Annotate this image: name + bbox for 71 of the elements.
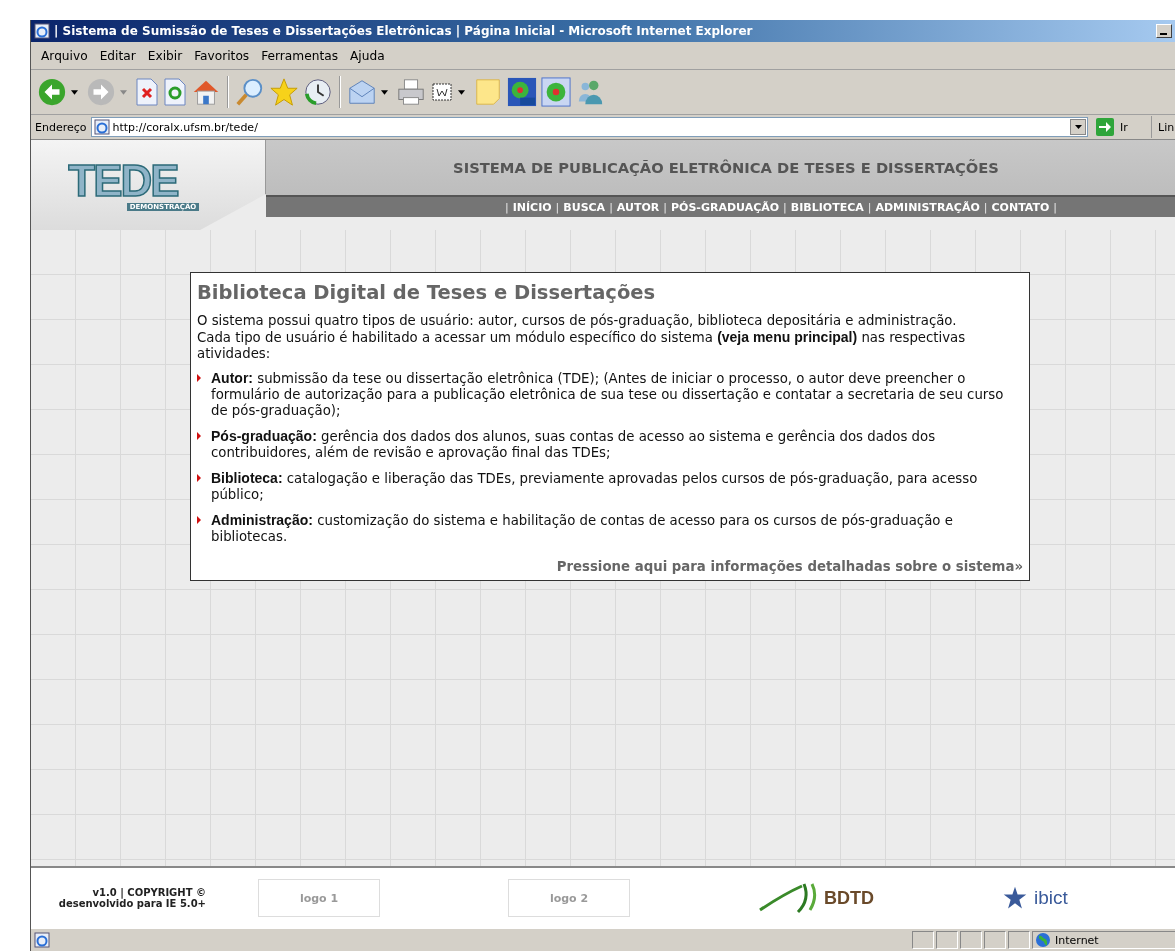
partner-logo-text: ibict (1034, 887, 1068, 909)
page-icon (93, 119, 110, 135)
menu-item[interactable]: Ajuda (344, 48, 391, 63)
history-clock-icon[interactable] (303, 77, 333, 107)
nav-separator: | (663, 200, 667, 214)
refresh-icon[interactable] (163, 78, 187, 106)
zone-label: Internet (1055, 933, 1099, 947)
star-icon[interactable] (269, 77, 299, 107)
search-icon[interactable] (235, 77, 265, 107)
caret-icon (1074, 125, 1082, 129)
stop-icon[interactable] (135, 78, 159, 106)
nav-link[interactable]: AUTOR (616, 200, 660, 214)
dropdown-caret-icon[interactable] (71, 89, 78, 95)
flower-icon[interactable] (507, 77, 537, 107)
menu-item[interactable]: Favoritos (188, 48, 256, 63)
browser-icon (34, 23, 50, 39)
printer-icon[interactable] (396, 77, 426, 107)
list-item-text: Autor: submissão da tese ou dissertação eletrônica (TDE); (Antes de iniciar o processo, o autor deve preencher o formulário de autorização para a publicação eletrônica de sua tese ou dissertação e contatar a secretaria de seu curso de pós-graduação); (211, 370, 1005, 419)
address-label: Endereço (35, 120, 87, 134)
url-input[interactable]: http://coralx.ufsm.br/tede/ (112, 120, 1067, 134)
nav-separator: | (783, 200, 787, 214)
article-title: Biblioteca Digital de Teses e Dissertações (197, 281, 657, 304)
dropdown-caret-icon[interactable] (458, 89, 465, 95)
window-title: | Sistema de Sumissão de Teses e Dissertações Eletrônicas | Página Inicial - Microsoft Internet Explorer (54, 24, 754, 38)
paragraph: O sistema possui quatro tipos de usuário: autor, cursos de pós-graduação, biblioteca depositária e administração. (197, 313, 958, 329)
page-icon (34, 932, 50, 948)
status-pane (960, 931, 982, 949)
minimize-button[interactable] (1156, 24, 1172, 38)
nav-separator: | (1053, 200, 1058, 214)
nav-separator: | (504, 200, 509, 214)
list-item-text: Biblioteca: catalogação e liberação das TDEs, previamente aprovadas pelos cursos de pós-graduação, para acesso público; (211, 470, 979, 503)
status-pane (1008, 931, 1030, 949)
copyright-text: desenvolvido para IE 5.0+ (57, 898, 206, 909)
list-item-text: Administração: customização do sistema e habilitação de contas de acesso para os cursos de pós-graduação e bibliotecas. (211, 512, 954, 545)
status-pane (936, 931, 958, 949)
bullet-icon (197, 374, 201, 382)
links-label[interactable]: Lin (1156, 120, 1175, 134)
dropdown-caret-icon[interactable] (381, 89, 388, 95)
logo-placeholder-box: logo 1 (258, 879, 380, 917)
menu-item[interactable]: Arquivo (35, 48, 94, 63)
menu-item[interactable]: Ferramentas (255, 48, 344, 63)
nav-separator: | (867, 200, 872, 214)
dropdown-button[interactable] (1070, 119, 1086, 135)
address-field[interactable]: http://coralx.ufsm.br/tede/ (90, 117, 1088, 137)
nav-link[interactable]: PÓS-GRADUAÇÃO (671, 200, 780, 214)
bullet-icon (197, 474, 201, 482)
go-button[interactable]: Ir (1092, 116, 1152, 138)
nav-link[interactable]: BIBLIOTECA (790, 200, 864, 214)
paragraph: Cada tipo de usuário é habilitado a acessar um módulo específico do sistema (veja menu principal) nas respectivas atividades: (197, 329, 967, 362)
bullet-icon (197, 516, 201, 524)
nav-separator: | (609, 200, 613, 214)
nav-link[interactable]: CONTATO (991, 200, 1050, 214)
menu-item[interactable]: Editar (93, 48, 142, 63)
nav-separator: | (555, 200, 560, 214)
flower-icon[interactable] (541, 77, 571, 107)
partner-logo-text: BDTD (824, 887, 874, 909)
star-shape-icon (1002, 885, 1028, 911)
status-pane (984, 931, 1006, 949)
bullet-icon (197, 432, 201, 440)
more-info-link[interactable]: Pressione aqui para informações detalhadas sobre o sistema» (556, 559, 1023, 574)
nav-link[interactable]: ADMINISTRAÇÃO (875, 200, 980, 214)
nav-separator: | (983, 200, 988, 214)
list-item-text: Pós-graduação: gerência dos dados dos alunos, suas contas de acesso ao sistema e gerência dos dados dos contribuidores, além de revisão e aprovação final das TDEs; (211, 428, 937, 461)
globe-icon (1035, 932, 1051, 948)
nav-link[interactable]: INÍCIO (512, 200, 552, 214)
site-title: SISTEMA DE PUBLICAÇÃO ELETRÔNICA DE TESES E DISSERTAÇÕES (452, 159, 999, 176)
nav-link[interactable]: BUSCA (563, 200, 606, 214)
status-pane (912, 931, 934, 949)
menu-item[interactable]: Exibir (141, 48, 189, 63)
copyright-text: v1.0 | COPYRIGHT © (92, 887, 206, 898)
logo-placeholder-box: logo 2 (508, 879, 630, 917)
